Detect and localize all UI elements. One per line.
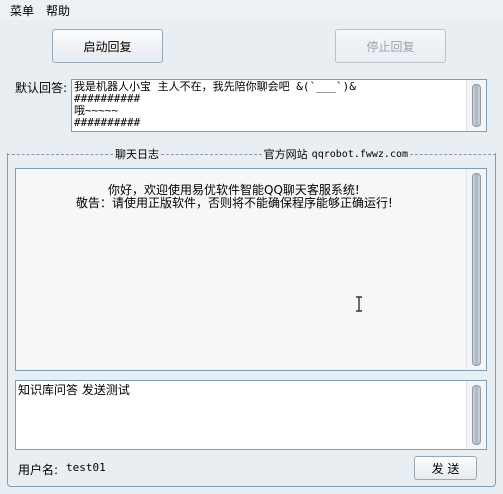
text-cursor-icon: [356, 296, 362, 312]
chat-log-textbox[interactable]: 你好，欢迎使用易优软件智能QQ聊天客服系统! 敬告：请使用正版软件，否则将不能确…: [15, 168, 487, 371]
chat-log-scrollbar[interactable]: [466, 169, 486, 370]
scrollbar-thumb[interactable]: [472, 385, 481, 445]
default-reply-label: 默认回答:: [15, 81, 68, 95]
official-site-url[interactable]: qqrobot.fwwz.com: [310, 149, 410, 160]
chat-log-title: 聊天日志: [115, 148, 159, 161]
username-value: test01: [66, 461, 106, 474]
default-reply-textbox[interactable]: 我是机器人小宝 主人不在，我先陪你聊会吧 &(`___`)& ##########…: [71, 79, 487, 132]
message-input-value: 知识库问答 发送测试: [18, 383, 130, 397]
chat-group-header: 聊天日志 官方网站 qqrobot.fwwz.com: [7, 147, 496, 161]
default-reply-line: ##########: [74, 92, 141, 105]
menu-item-help[interactable]: 帮助: [46, 2, 70, 19]
start-reply-button[interactable]: 启动回复: [52, 29, 163, 63]
send-button[interactable]: 发 送: [414, 456, 477, 480]
default-reply-text: 我是机器人小宝 主人不在，我先陪你聊会吧 &(`___`)& ##########…: [74, 81, 462, 129]
scrollbar-thumb[interactable]: [472, 84, 481, 127]
menu-bar: 菜单 帮助: [0, 0, 503, 20]
default-reply-line: ##########: [74, 116, 141, 129]
scrollbar-thumb[interactable]: [472, 173, 481, 366]
message-input[interactable]: 知识库问答 发送测试: [15, 380, 487, 450]
stop-reply-button[interactable]: 停止回复: [335, 29, 446, 63]
message-input-scrollbar[interactable]: [466, 381, 486, 449]
official-site-title: 官方网站: [263, 148, 308, 161]
username-label: 用户名:: [18, 463, 59, 477]
menu-item-menu[interactable]: 菜单: [10, 2, 34, 19]
default-reply-scrollbar[interactable]: [466, 80, 486, 131]
chat-log-line: 敬告：请使用正版软件，否则将不能确保程序能够正确运行!: [76, 196, 393, 210]
